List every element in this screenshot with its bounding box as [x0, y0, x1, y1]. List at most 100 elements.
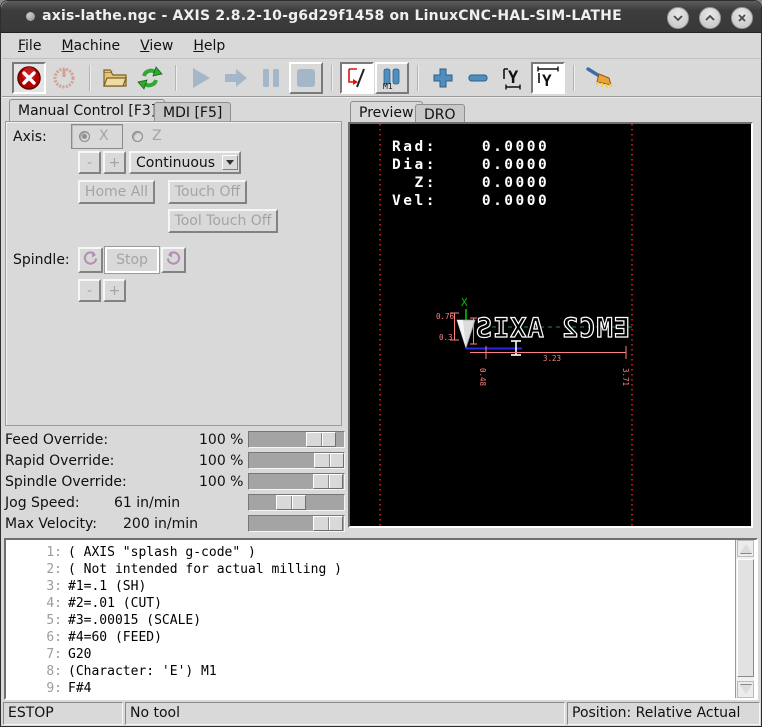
axis-x-radio[interactable]: X [71, 124, 123, 149]
tool-touch-off-button[interactable]: Tool Touch Off [168, 209, 278, 233]
dim-label-middle: 3.23 [543, 354, 561, 363]
close-button[interactable] [731, 7, 753, 29]
jog-speed-slider[interactable] [248, 494, 345, 511]
view-y2-icon: Y [535, 65, 561, 91]
max-velocity-label: Max Velocity: [5, 516, 97, 532]
feed-override-label: Feed Override: [5, 432, 108, 448]
minimize-button[interactable] [667, 7, 689, 29]
chevron-up-icon [704, 14, 716, 22]
scroll-down-arrow[interactable] [737, 681, 754, 698]
menu-view[interactable]: View [137, 36, 176, 56]
window-title: axis-lathe.ngc - AXIS 2.8.2-10-g6d29f145… [1, 8, 663, 24]
svg-text:M1: M1 [383, 82, 393, 90]
max-velocity-value: 200 in/min [123, 516, 198, 532]
dim-label-bottom: 0.3 [439, 333, 453, 342]
gcode-line[interactable]: 4:#2=.01 (CUT) [6, 595, 756, 612]
gcode-line[interactable]: 7:G20 [6, 646, 756, 663]
dropdown-arrow-icon [222, 155, 238, 170]
optional-stop-toggle[interactable]: M1 [375, 62, 409, 94]
gcode-line[interactable]: 5:#3=.00015 (SCALE) [6, 612, 756, 629]
axis-x-label: X [99, 128, 109, 144]
svg-text:Y: Y [542, 71, 552, 90]
broom-icon [585, 65, 613, 91]
preview-canvas[interactable]: Rad: 0.0000 Dia: 0.0000 Z: 0.0000 Vel: 0… [348, 122, 753, 528]
spindle-minus-button[interactable]: - [78, 279, 101, 302]
open-file-button[interactable] [98, 62, 132, 94]
axis-label: Axis: [13, 129, 47, 145]
dro-dia: Dia: 0.0000 [392, 157, 549, 173]
slider-handle[interactable] [306, 432, 336, 447]
gcode-line[interactable]: 2:( Not intended for actual milling ) [6, 561, 756, 578]
radio-icon [132, 131, 143, 142]
slider-handle[interactable] [313, 516, 343, 531]
gcode-line[interactable]: 1:( AXIS "splash g-code" ) [6, 544, 756, 561]
touch-off-button[interactable]: Touch Off [168, 180, 247, 204]
view-y-icon: Y [500, 65, 526, 91]
spindle-plus-button[interactable]: + [103, 279, 126, 302]
status-estop: ESTOP [3, 702, 123, 725]
pause-button[interactable] [254, 62, 288, 94]
dim-label-right: 3.71 [621, 368, 630, 386]
zoom-in-button[interactable] [426, 62, 460, 94]
minus-icon [466, 66, 490, 90]
estop-icon [16, 65, 42, 91]
stop-button[interactable] [289, 62, 323, 94]
slider-handle[interactable] [314, 453, 344, 468]
pause-icon [260, 66, 282, 90]
title-bar[interactable]: axis-lathe.ngc - AXIS 2.8.2-10-g6d29f145… [1, 1, 762, 33]
reload-file-button[interactable] [133, 62, 167, 94]
view-y-button[interactable]: Y [496, 62, 530, 94]
tab-manual-control[interactable]: Manual Control [F3] [9, 99, 165, 123]
gcode-scrollbar[interactable] [735, 540, 754, 698]
max-velocity-row: Max Velocity: 200 in/min [1, 514, 346, 535]
jog-plus-button[interactable]: + [103, 151, 126, 174]
gcode-line[interactable]: 3:#1=.1 (SH) [6, 578, 756, 595]
skip-lines-icon [345, 66, 369, 90]
rapid-override-slider[interactable] [248, 452, 345, 469]
menu-bar: File Machine View Help [2, 34, 762, 59]
menu-help[interactable]: Help [190, 36, 228, 56]
gcode-line[interactable]: 8:(Character: 'E') M1 [6, 663, 756, 680]
jog-mode-select[interactable]: Continuous [129, 151, 241, 174]
gcode-line[interactable]: 9:F#4 [6, 680, 756, 697]
rapid-override-row: Rapid Override: 100 % [1, 451, 346, 472]
scrollbar-thumb[interactable] [737, 559, 754, 677]
gcode-listing[interactable]: 1:( AXIS "splash g-code" ) 2:( Not inten… [4, 538, 758, 700]
view-y2-button[interactable]: Y [531, 62, 565, 94]
spindle-ccw-button[interactable] [78, 247, 103, 273]
machine-power-button[interactable] [47, 62, 81, 94]
toolbar-separator [573, 65, 575, 91]
jog-minus-button[interactable]: - [78, 151, 101, 174]
home-all-button[interactable]: Home All [78, 180, 155, 204]
maximize-button[interactable] [699, 7, 721, 29]
slider-handle[interactable] [276, 495, 306, 510]
spindle-stop-button[interactable]: Stop [105, 247, 159, 273]
spindle-override-value: 100 % [199, 474, 243, 490]
dro-rad: Rad: 0.0000 [392, 139, 549, 155]
menu-machine[interactable]: Machine [58, 36, 123, 56]
run-program-button[interactable] [184, 62, 218, 94]
status-position: Position: Relative Actual [567, 702, 760, 725]
power-icon [52, 66, 76, 90]
spindle-cw-button[interactable] [161, 247, 186, 273]
spindle-override-slider[interactable] [248, 473, 345, 490]
svg-text:Y: Y [508, 68, 519, 88]
scroll-up-arrow[interactable] [737, 540, 754, 557]
run-from-line-button[interactable] [219, 62, 253, 94]
gcode-line[interactable]: 6:#4=60 (FEED) [6, 629, 756, 646]
zoom-out-button[interactable] [461, 62, 495, 94]
dro-z: Z: 0.0000 [392, 175, 549, 191]
menu-file[interactable]: File [15, 36, 44, 56]
dro-vel: Vel: 0.0000 [392, 193, 549, 209]
skip-lines-toggle[interactable] [340, 62, 374, 94]
spindle-override-row: Spindle Override: 100 % [1, 472, 346, 493]
feed-override-slider[interactable] [248, 431, 345, 448]
spindle-override-label: Spindle Override: [5, 474, 127, 490]
feed-override-value: 100 % [199, 432, 243, 448]
axis-z-label: Z [152, 128, 162, 144]
clear-plot-button[interactable] [582, 62, 616, 94]
estop-button[interactable] [12, 62, 46, 94]
status-bar: ESTOP No tool Position: Relative Actual [1, 701, 762, 727]
max-velocity-slider[interactable] [248, 515, 345, 532]
slider-handle[interactable] [313, 474, 343, 489]
